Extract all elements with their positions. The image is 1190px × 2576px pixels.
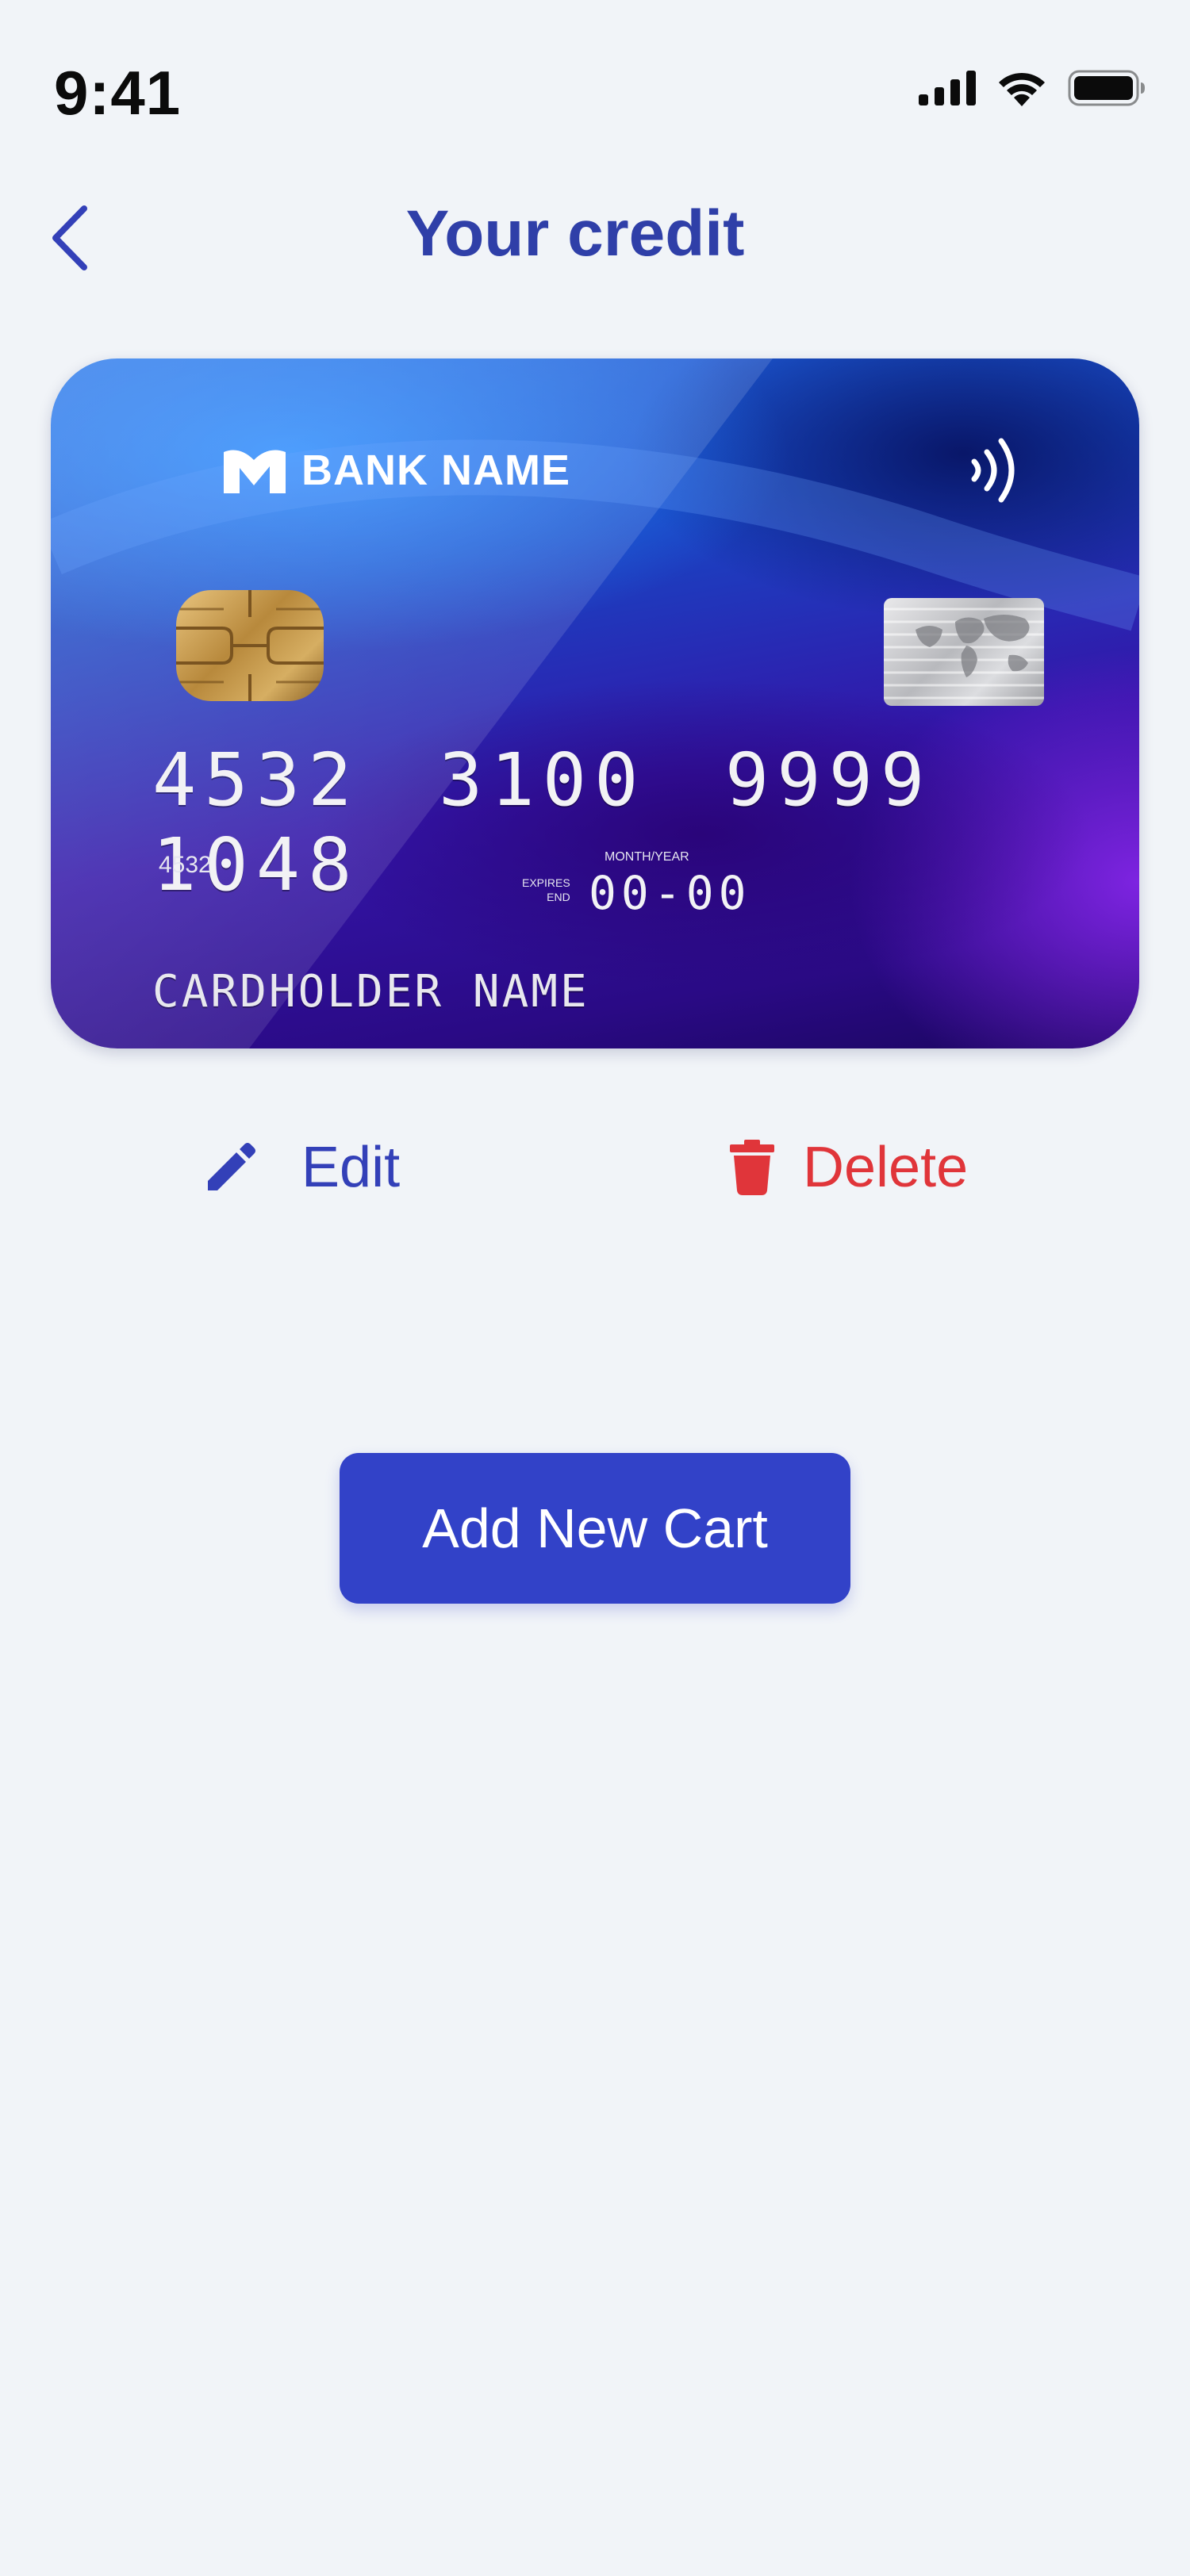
status-icons	[919, 70, 1146, 106]
expiry-date: 00-00	[589, 866, 751, 920]
delete-label: Delete	[803, 1136, 969, 1199]
battery-icon	[1068, 70, 1145, 106]
expires-label: EXPIRES END	[522, 876, 570, 903]
month-year-label: MONTH/YEAR	[605, 850, 689, 864]
trash-icon	[730, 1140, 774, 1195]
hologram-icon	[884, 598, 1044, 706]
bank-logo-icon	[224, 450, 286, 493]
status-bar: 9:41	[0, 0, 1190, 159]
credit-card[interactable]: BANK NAME 4532 3100 9999 1048 4532 MONTH…	[51, 358, 1139, 1048]
pencil-icon	[208, 1143, 255, 1190]
edit-button[interactable]: Edit	[205, 1120, 400, 1215]
status-time: 9:41	[54, 58, 182, 128]
cellular-signal-icon	[919, 71, 976, 105]
contactless-icon	[971, 438, 1015, 503]
add-new-cart-button[interactable]: Add New Cart	[340, 1453, 850, 1604]
bank-name: BANK NAME	[224, 446, 570, 495]
edit-label: Edit	[301, 1136, 401, 1199]
chip-icon	[176, 590, 324, 701]
card-short-number: 4532	[159, 852, 212, 878]
bank-name-text: BANK NAME	[301, 447, 570, 494]
wifi-icon	[999, 72, 1045, 106]
delete-button[interactable]: Delete	[730, 1120, 968, 1215]
page-title: Your credit	[405, 197, 745, 270]
cardholder-name: CARDHOLDER NAME	[152, 966, 589, 1018]
